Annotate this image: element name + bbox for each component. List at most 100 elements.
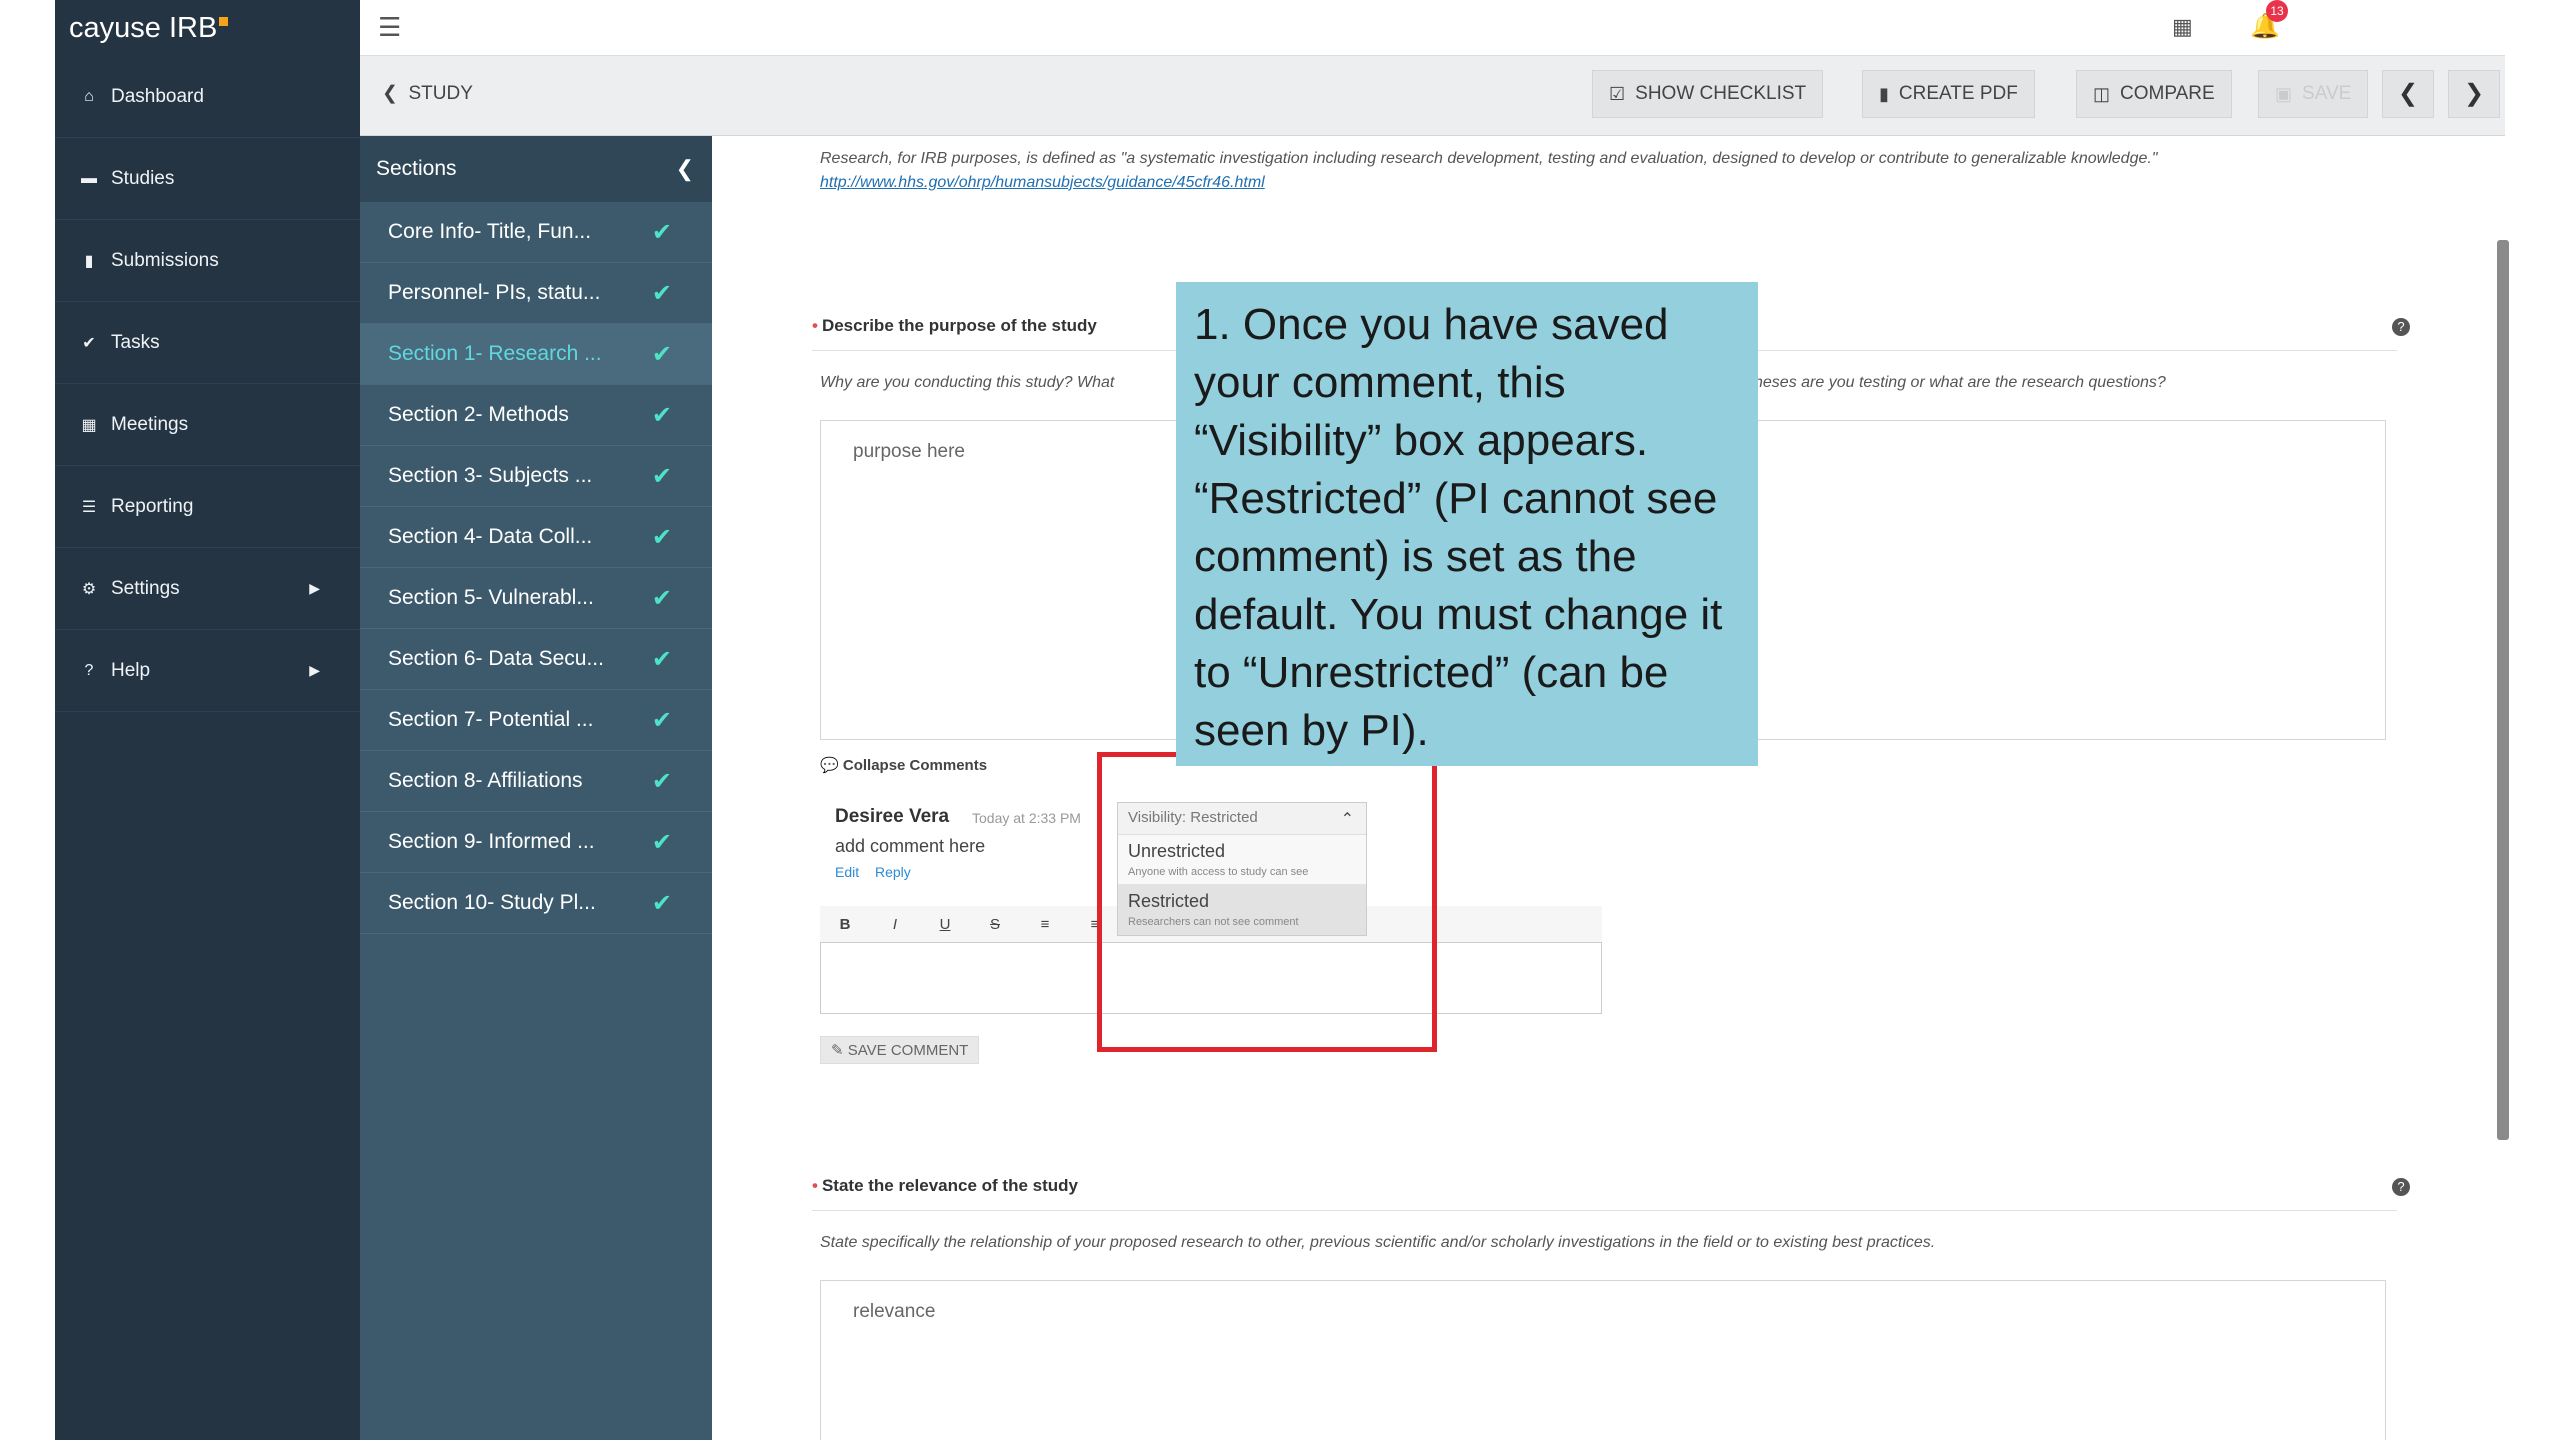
save-comment-button[interactable]: ✎ SAVE COMMENT (820, 1036, 980, 1064)
comment-text: add comment here (835, 836, 986, 856)
nav-label: Studies (111, 167, 175, 189)
list-icon: ☰ (81, 498, 97, 516)
section-label: Section 9- Informed ... (388, 830, 595, 853)
check-icon: ✔ (651, 584, 672, 612)
caret-right-icon: ▶ (309, 580, 320, 596)
home-icon: ⌂ (84, 87, 94, 105)
scrollbar[interactable] (2497, 240, 2509, 1140)
section-label: Section 8- Affiliations (388, 769, 583, 792)
collapse-comments-link[interactable]: 💬 Collapse Comments (820, 756, 987, 774)
research-guidance-link[interactable]: http://www.hhs.gov/ohrp/humansubjects/gu… (820, 174, 1265, 192)
check-icon: ✔ (651, 767, 672, 795)
required-marker: • (812, 316, 818, 335)
help-icon[interactable]: ? (2392, 318, 2410, 336)
question-text: Describe the purpose of the study (821, 316, 1097, 335)
section-item-section-10[interactable]: Section 10- Study Pl... ✔ (360, 873, 712, 934)
comment-icon: 💬 (820, 757, 839, 774)
folder-icon: ▬ (81, 169, 97, 187)
section-label: Core Info- Title, Fun... (388, 220, 592, 243)
section-label: Section 1- Research ... (388, 342, 602, 365)
create-pdf-label: CREATE PDF (1898, 83, 2018, 104)
nav-item-meetings[interactable]: ▦ Meetings (55, 384, 360, 466)
collapse-comments-label: Collapse Comments (842, 757, 988, 774)
compare-label: COMPARE (2120, 83, 2215, 104)
check-icon: ✔ (651, 706, 672, 734)
comment-timestamp: Today at 2:33 PM (972, 810, 1081, 826)
section-item-core-info[interactable]: Core Info- Title, Fun... ✔ (360, 202, 712, 263)
check-icon: ✔ (651, 523, 672, 551)
caret-right-icon: ▶ (309, 662, 320, 678)
previous-button[interactable]: ❮ (2382, 70, 2434, 118)
bold-button[interactable]: B (820, 916, 870, 933)
nav-label: Tasks (111, 331, 160, 353)
nav-item-settings[interactable]: ⚙ Settings ▶ (55, 548, 360, 630)
edit-icon: ✎ (831, 1042, 844, 1059)
nav-label: Dashboard (111, 85, 204, 107)
study-back-label: STUDY (408, 83, 473, 104)
chevron-right-icon: ❯ (2463, 80, 2485, 107)
section-item-section-8[interactable]: Section 8- Affiliations ✔ (360, 751, 712, 812)
bullet-list-button[interactable]: ≡ (1020, 916, 1070, 933)
notification-badge: 13 (2266, 0, 2288, 22)
question-text: State the relevance of the study (821, 1176, 1078, 1195)
nav-item-dashboard[interactable]: ⌂ Dashboard (55, 56, 360, 138)
strikethrough-button[interactable]: S (970, 916, 1020, 933)
comment-edit-link[interactable]: Edit (835, 864, 859, 880)
nav-item-help[interactable]: ? Help ▶ (55, 630, 360, 712)
logo-dot (219, 16, 229, 26)
compare-button[interactable]: ◫ COMPARE (2076, 70, 2232, 118)
hamburger-menu-icon[interactable]: ☰ (378, 12, 401, 43)
help-icon[interactable]: ? (2392, 1178, 2410, 1196)
left-nav: cayuse IRB ⌂ Dashboard ▬ Studies ▮ Submi… (55, 0, 360, 1440)
next-button[interactable]: ❯ (2448, 70, 2500, 118)
underline-button[interactable]: U (920, 916, 970, 933)
nav-item-reporting[interactable]: ☰ Reporting (55, 466, 360, 548)
question-relevance-label: • State the relevance of the study (812, 1176, 1078, 1196)
question-hint: State specifically the relationship of y… (820, 1234, 1936, 1251)
nav-item-tasks[interactable]: ✔ Tasks (55, 302, 360, 384)
section-item-section-9[interactable]: Section 9- Informed ... ✔ (360, 812, 712, 873)
section-item-section-3[interactable]: Section 3- Subjects ... ✔ (360, 446, 712, 507)
nav-item-studies[interactable]: ▬ Studies (55, 138, 360, 220)
section-item-section-2[interactable]: Section 2- Methods ✔ (360, 385, 712, 446)
study-back-link[interactable]: ❮ STUDY (382, 82, 473, 105)
save-label: SAVE (2302, 83, 2352, 104)
section-label: Section 2- Methods (388, 403, 569, 426)
check-icon: ✔ (651, 462, 672, 490)
calendar-icon: ▦ (81, 416, 97, 434)
section-item-section-5[interactable]: Section 5- Vulnerabl... ✔ (360, 568, 712, 629)
section-item-section-7[interactable]: Section 7- Potential ... ✔ (360, 690, 712, 751)
sections-header: Sections ❮ (360, 136, 712, 202)
section-label: Personnel- PIs, statu... (388, 281, 601, 304)
chevron-left-icon: ❮ (2397, 80, 2419, 107)
relevance-answer-field[interactable]: relevance (820, 1280, 2386, 1440)
divider (812, 1210, 2397, 1211)
section-label: Section 5- Vulnerabl... (388, 586, 594, 609)
sections-title: Sections (376, 157, 457, 180)
section-item-personnel[interactable]: Personnel- PIs, statu... ✔ (360, 263, 712, 324)
research-definition: Research, for IRB purposes, is defined a… (820, 150, 2158, 167)
save-button[interactable]: ▣ SAVE (2258, 70, 2369, 118)
app-logo[interactable]: cayuse IRB (55, 0, 360, 56)
create-pdf-button[interactable]: ▮ CREATE PDF (1862, 70, 2035, 118)
section-item-section-4[interactable]: Section 4- Data Coll... ✔ (360, 507, 712, 568)
collapse-panel-icon[interactable]: ❮ (676, 156, 694, 182)
app-name: cayuse IRB (69, 11, 218, 44)
nav-item-submissions[interactable]: ▮ Submissions (55, 220, 360, 302)
apps-grid-icon[interactable]: ▦ (2172, 14, 2193, 40)
section-item-section-1[interactable]: Section 1- Research ... ✔ (360, 324, 712, 385)
save-comment-label: SAVE COMMENT (847, 1042, 969, 1059)
nav-label: Submissions (111, 249, 219, 271)
section-label: Section 3- Subjects ... (388, 464, 593, 487)
show-checklist-label: SHOW CHECKLIST (1635, 83, 1807, 104)
show-checklist-button[interactable]: ☑ SHOW CHECKLIST (1592, 70, 1824, 118)
section-label: Section 6- Data Secu... (388, 647, 604, 670)
purpose-answer-text: purpose here (853, 441, 965, 462)
section-label: Section 4- Data Coll... (388, 525, 593, 548)
check-icon: ✔ (651, 645, 672, 673)
section-item-section-6[interactable]: Section 6- Data Secu... ✔ (360, 629, 712, 690)
comment-reply-link[interactable]: Reply (875, 864, 911, 880)
italic-button[interactable]: I (870, 916, 920, 933)
checkbox-icon: ☑ (1609, 83, 1626, 104)
relevance-answer-text: relevance (853, 1301, 936, 1322)
